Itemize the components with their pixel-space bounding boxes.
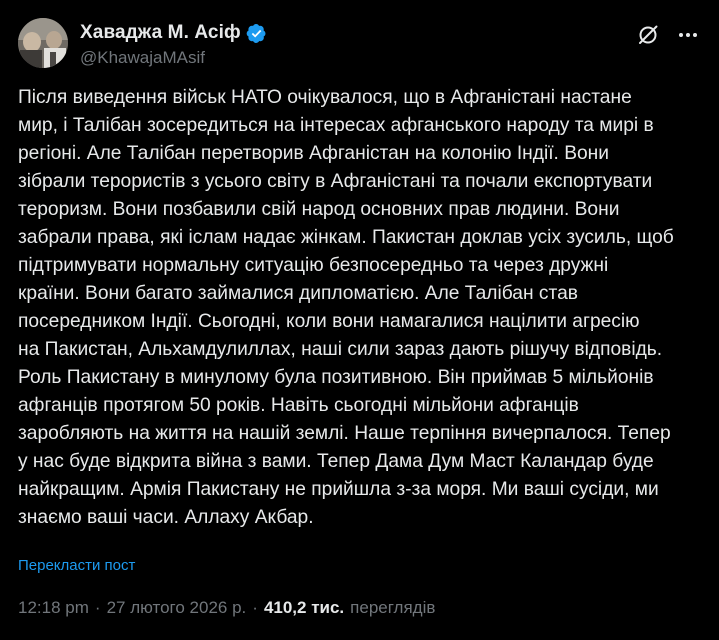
- author-block: Хаваджа М. Асіф @KhawajaMAsif: [80, 20, 267, 68]
- post-text-line: країни. Вони багато займалися дипломатіє…: [18, 283, 578, 304]
- post-text-line: забрали права, які іслам надає жінкам. П…: [18, 227, 674, 248]
- translate-post-link[interactable]: Перекласти пост: [18, 557, 135, 574]
- top-actions: [635, 22, 701, 48]
- more-options-icon[interactable]: [675, 22, 701, 48]
- avatar-image: [18, 18, 68, 68]
- post-text-line: заробляють на життя на нашій землі. Наше…: [18, 423, 671, 444]
- post-text-line: підтримувати нормальну ситуацію безпосер…: [18, 255, 609, 276]
- handle[interactable]: @KhawajaMAsif: [80, 48, 267, 68]
- views-label: переглядів: [350, 598, 436, 617]
- meta-separator: ·: [252, 598, 258, 617]
- name-row: Хаваджа М. Асіф: [80, 20, 267, 46]
- display-name[interactable]: Хаваджа М. Асіф: [80, 22, 241, 44]
- views-count[interactable]: 410,2 тис.: [264, 598, 344, 618]
- post-text: Після виведення військ НАТО очікувалося,…: [18, 84, 708, 532]
- post-text-line: знаємо ваші часи. Аллаху Акбар.: [18, 507, 314, 528]
- post-text-line: зібрали терористів з усього світу в Афга…: [18, 171, 653, 192]
- verified-badge-icon[interactable]: [246, 23, 267, 44]
- post-text-line: на Пакистан, Альхамдулиллах, наші сили з…: [18, 339, 663, 360]
- post-text-line: тероризм. Вони позбавили свій народ осно…: [18, 199, 620, 220]
- meta-separator: ·: [94, 598, 101, 617]
- post-text-line: мир, і Талібан зосередиться на інтересах…: [18, 115, 654, 136]
- post-time[interactable]: 12:18 pm: [18, 598, 89, 618]
- grok-icon[interactable]: [635, 22, 661, 48]
- post-text-line: у нас буде відкрита війна з вами. Тепер …: [18, 451, 654, 472]
- post-text-line: регіоні. Але Талібан перетворив Афганіст…: [18, 143, 609, 164]
- post-meta: 12:18 pm · 27 лютого 2026 р. · 410,2 тис…: [18, 598, 435, 618]
- post-container: Хаваджа М. Асіф @KhawajaMAsif Після виве…: [0, 0, 719, 640]
- avatar[interactable]: [18, 18, 68, 68]
- post-text-line: найкращим. Армія Пакистану не прийшла з-…: [18, 479, 659, 500]
- post-text-line: посередником Індії. Сьогодні, коли вони …: [18, 311, 640, 332]
- post-text-line: Після виведення військ НАТО очікувалося,…: [18, 87, 632, 108]
- post-date[interactable]: 27 лютого 2026 р.: [107, 598, 247, 618]
- post-text-line: афганців протягом 50 років. Навіть сього…: [18, 395, 579, 416]
- post-text-line: Роль Пакистану в минулому була позитивно…: [18, 367, 654, 388]
